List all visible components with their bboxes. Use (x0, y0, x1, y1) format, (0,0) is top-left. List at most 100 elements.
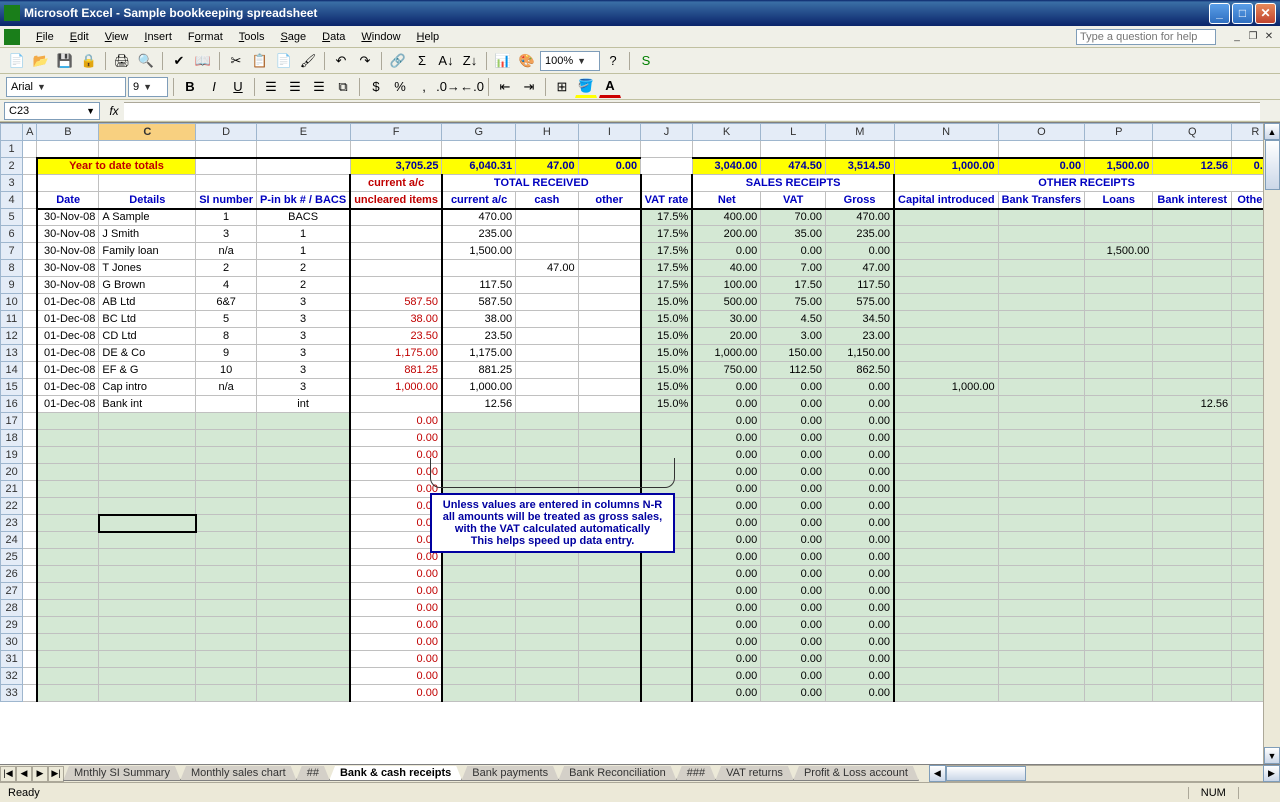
cell[interactable]: 35.00 (761, 226, 826, 243)
align-right-button[interactable]: ☰ (308, 76, 330, 98)
row-header[interactable]: 4 (1, 192, 23, 209)
cell[interactable] (196, 566, 257, 583)
cell[interactable] (578, 226, 641, 243)
cell[interactable]: 587.50 (350, 294, 442, 311)
cell[interactable]: 0.00 (350, 447, 442, 464)
cell[interactable] (196, 651, 257, 668)
cell[interactable]: 01-Dec-08 (37, 362, 99, 379)
cell[interactable] (516, 566, 578, 583)
cell[interactable] (578, 379, 641, 396)
workbook-restore[interactable]: ❐ (1246, 30, 1260, 44)
cell[interactable] (442, 583, 516, 600)
cell[interactable]: 235.00 (442, 226, 516, 243)
cell[interactable]: 0.00 (826, 396, 895, 413)
col-header-A[interactable]: A (23, 124, 37, 141)
cell[interactable] (1085, 396, 1153, 413)
cell[interactable] (894, 583, 998, 600)
currency-button[interactable]: $ (365, 76, 387, 98)
increase-decimal-button[interactable]: .0→ (437, 76, 459, 98)
cell[interactable] (998, 498, 1084, 515)
cell[interactable] (1085, 600, 1153, 617)
cell[interactable] (99, 430, 196, 447)
save-button[interactable]: 💾 (54, 50, 76, 72)
cell[interactable] (516, 362, 578, 379)
cell[interactable]: 12.56 (1153, 158, 1232, 175)
cell[interactable]: 30-Nov-08 (37, 209, 99, 226)
cell[interactable]: 0.00 (692, 617, 761, 634)
cell[interactable] (99, 464, 196, 481)
row-header[interactable]: 10 (1, 294, 23, 311)
cell[interactable]: 1,000.00 (894, 158, 998, 175)
cell[interactable] (37, 498, 99, 515)
cell[interactable] (1085, 617, 1153, 634)
cell[interactable] (196, 549, 257, 566)
cell[interactable] (578, 260, 641, 277)
cell[interactable] (196, 430, 257, 447)
print-preview-button[interactable]: 🔍 (135, 50, 157, 72)
cell[interactable]: AB Ltd (99, 294, 196, 311)
cell[interactable] (442, 260, 516, 277)
menu-data[interactable]: Data (314, 29, 353, 45)
comma-button[interactable]: , (413, 76, 435, 98)
cell[interactable]: 0.00 (826, 685, 895, 702)
col-header-I[interactable]: I (578, 124, 641, 141)
cell[interactable] (578, 328, 641, 345)
align-left-button[interactable]: ☰ (260, 76, 282, 98)
scroll-down-button[interactable]: ▼ (1264, 747, 1280, 764)
cell[interactable] (257, 430, 351, 447)
cell[interactable]: 0.00 (761, 379, 826, 396)
row-header[interactable]: 23 (1, 515, 23, 532)
cell[interactable]: 0.00 (826, 532, 895, 549)
cell[interactable] (516, 617, 578, 634)
cell[interactable]: 0.00 (350, 685, 442, 702)
cell[interactable] (578, 141, 641, 158)
cell[interactable]: Bank int (99, 396, 196, 413)
cell[interactable]: 0.00 (692, 447, 761, 464)
cell[interactable]: 112.50 (761, 362, 826, 379)
cell[interactable] (998, 549, 1084, 566)
cell[interactable] (442, 685, 516, 702)
menu-format[interactable]: Format (180, 29, 231, 45)
cell[interactable] (1153, 260, 1232, 277)
cell[interactable]: Loans (1085, 192, 1153, 209)
row-header[interactable]: 32 (1, 668, 23, 685)
cell[interactable]: 0.00 (761, 549, 826, 566)
cell[interactable] (894, 685, 998, 702)
cell[interactable]: 0.00 (692, 600, 761, 617)
cell[interactable]: Bank interest (1153, 192, 1232, 209)
cell[interactable]: 0.00 (350, 430, 442, 447)
cell[interactable] (1085, 668, 1153, 685)
cell[interactable] (516, 668, 578, 685)
cell[interactable]: 3 (257, 379, 351, 396)
cell[interactable]: 30-Nov-08 (37, 260, 99, 277)
cell[interactable]: 9 (196, 345, 257, 362)
cell[interactable]: 01-Dec-08 (37, 311, 99, 328)
cell[interactable] (1085, 464, 1153, 481)
cell[interactable]: 0.00 (761, 498, 826, 515)
cell[interactable]: 0.00 (761, 668, 826, 685)
cell[interactable] (516, 379, 578, 396)
borders-button[interactable]: ⊞ (551, 76, 573, 98)
cell[interactable] (257, 515, 351, 532)
cell[interactable]: 1,500.00 (1085, 158, 1153, 175)
cell[interactable]: 23.50 (442, 328, 516, 345)
cell[interactable] (1153, 243, 1232, 260)
cell[interactable] (516, 277, 578, 294)
cell[interactable] (23, 175, 37, 192)
cell[interactable]: 8 (196, 328, 257, 345)
col-header-J[interactable]: J (641, 124, 693, 141)
align-center-button[interactable]: ☰ (284, 76, 306, 98)
cell[interactable] (1153, 464, 1232, 481)
cell[interactable] (894, 413, 998, 430)
row-header[interactable]: 25 (1, 549, 23, 566)
cell[interactable] (998, 243, 1084, 260)
cell[interactable]: Date (37, 192, 99, 209)
cell[interactable]: 10 (196, 362, 257, 379)
cell[interactable]: 0.00 (692, 396, 761, 413)
cell[interactable] (257, 158, 351, 175)
cell[interactable] (516, 430, 578, 447)
name-box[interactable]: C23▼ (4, 102, 100, 120)
cell[interactable] (998, 515, 1084, 532)
cell[interactable] (1153, 481, 1232, 498)
cell[interactable] (578, 617, 641, 634)
